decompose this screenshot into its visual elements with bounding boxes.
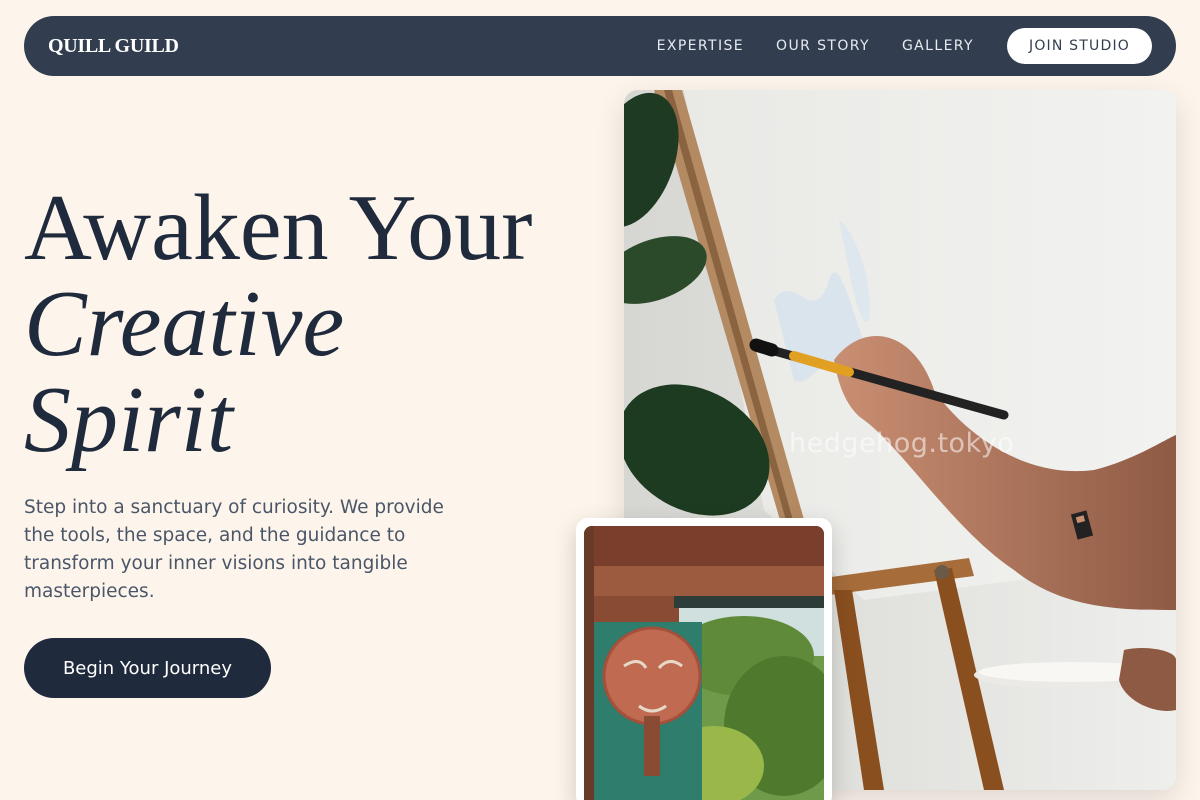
nav-link-gallery[interactable]: GALLERY <box>902 38 974 54</box>
join-studio-button[interactable]: JOIN STUDIO <box>1007 28 1152 64</box>
secondary-image-frame <box>576 518 832 800</box>
secondary-image <box>584 526 824 800</box>
image-watermark: hedgehog.tokyo <box>789 428 1015 459</box>
hero-title-line-2: Creative <box>24 272 345 376</box>
hero-title-line-3: Spirit <box>24 368 233 472</box>
hero-description: Step into a sanctuary of curiosity. We p… <box>24 497 444 602</box>
brand-logo[interactable]: QUILL GUILD <box>48 35 179 58</box>
top-navigation: QUILL GUILD EXPERTISE OUR STORY GALLERY … <box>24 16 1176 76</box>
nav-link-expertise[interactable]: EXPERTISE <box>657 38 744 54</box>
moon-face-mural-illustration <box>584 526 824 800</box>
hero-title: Awaken Your Creative Spirit <box>24 180 532 468</box>
begin-journey-button[interactable]: Begin Your Journey <box>24 638 271 698</box>
hero-title-line-1: Awaken Your <box>24 176 533 280</box>
nav-links: EXPERTISE OUR STORY GALLERY JOIN STUDIO <box>625 28 1152 64</box>
nav-link-our-story[interactable]: OUR STORY <box>776 38 870 54</box>
